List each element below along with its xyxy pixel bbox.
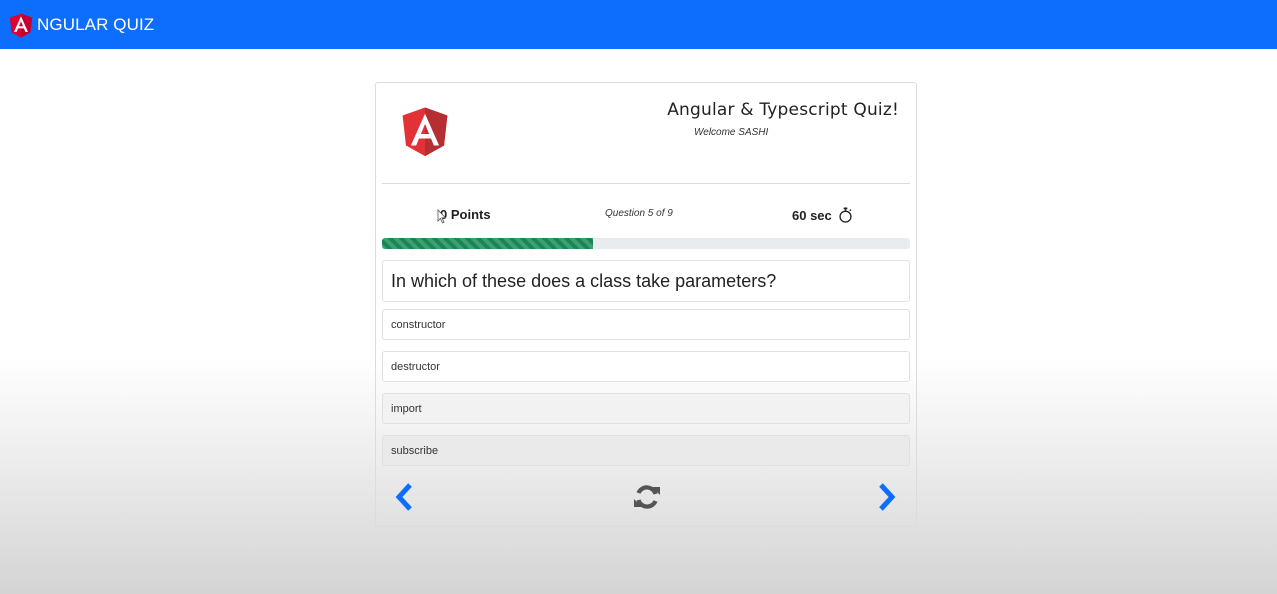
stopwatch-icon — [839, 207, 852, 223]
next-button[interactable] — [872, 480, 902, 514]
quiz-title: Angular & Typescript Quiz! — [667, 100, 899, 120]
previous-button[interactable] — [389, 480, 419, 514]
refresh-icon — [634, 485, 660, 509]
welcome-text: Welcome SASHI — [694, 127, 769, 138]
points-display: 0 Points — [440, 207, 491, 222]
header-divider — [382, 183, 910, 184]
timer-display: 60 sec — [792, 207, 853, 223]
mouse-cursor-icon — [437, 209, 447, 224]
progress-fill — [382, 238, 594, 249]
chevron-left-icon — [395, 483, 412, 511]
timer-text: 60 sec — [792, 207, 832, 223]
answer-option-constructor[interactable]: constructor — [382, 309, 910, 340]
refresh-button[interactable] — [630, 480, 664, 514]
question-box: In which of these does a class take para… — [382, 260, 910, 302]
answer-option-destructor[interactable]: destructor — [382, 351, 910, 382]
navbar: NGULAR QUIZ — [0, 0, 1277, 49]
question-text: In which of these does a class take para… — [391, 270, 777, 291]
stats-row: 0 Points Question 5 of 9 60 sec — [382, 201, 910, 229]
answer-option-subscribe[interactable]: subscribe — [382, 435, 910, 466]
angular-shield-icon — [402, 107, 448, 157]
question-counter: Question 5 of 9 — [605, 208, 673, 219]
progress-bar — [382, 238, 910, 249]
angular-logo-icon[interactable] — [6, 8, 36, 42]
quiz-card: Angular & Typescript Quiz! Welcome SASHI… — [375, 82, 917, 527]
chevron-right-icon — [879, 483, 896, 511]
answer-option-import[interactable]: import — [382, 393, 910, 424]
card-header: Angular & Typescript Quiz! Welcome SASHI — [376, 83, 916, 183]
app-title[interactable]: NGULAR QUIZ — [37, 15, 154, 35]
